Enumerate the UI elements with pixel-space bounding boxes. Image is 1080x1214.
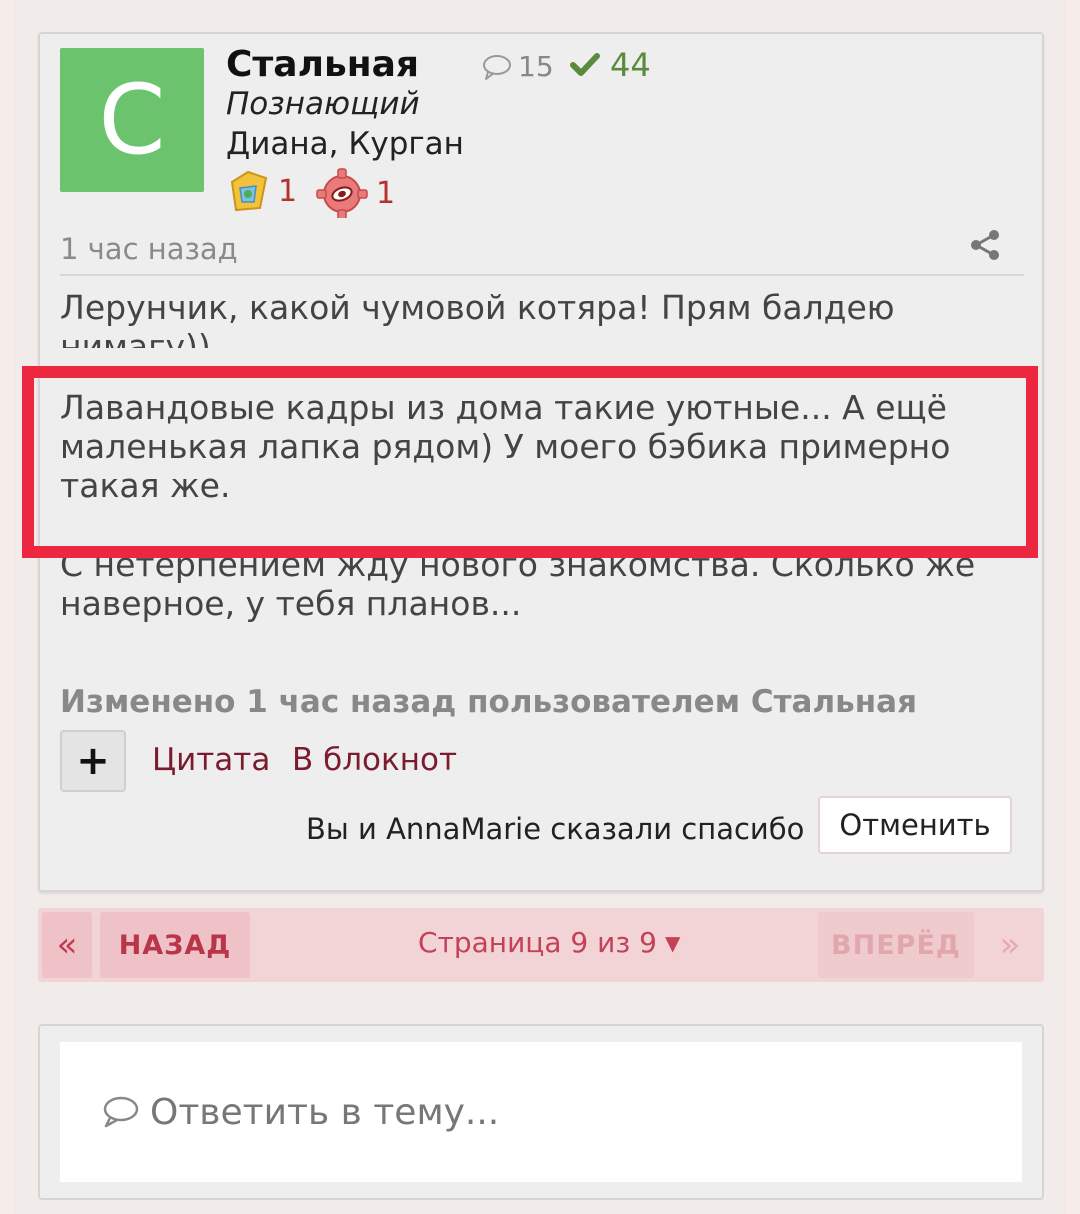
thanks-stat: 44 [570,46,651,84]
author-name[interactable]: Стальная [226,44,419,85]
gear-award-icon [316,168,368,218]
page-status[interactable]: Страница 9 из 9 ▼ [418,926,680,959]
award-count: 1 [278,173,298,209]
thanks-text: Вы и AnnaMarie сказали спасибо [306,812,805,846]
highlight-box [22,366,1038,558]
avatar-letter: С [98,64,166,176]
caret-down-icon: ▼ [664,930,681,955]
reply-panel: Ответить в тему... [38,1024,1044,1200]
reply-input[interactable]: Ответить в тему... [60,1042,1022,1182]
quote-link[interactable]: Цитата [152,742,270,778]
cancel-thanks-button[interactable]: Отменить [818,796,1012,854]
first-page-button[interactable]: « [42,912,92,978]
award-badge[interactable]: 1 [314,168,395,218]
post-timestamp[interactable]: 1 час назад [60,232,238,266]
award-count: 1 [376,175,396,211]
more-actions-button[interactable]: + [60,730,126,792]
last-page-button: » [999,925,1021,965]
divider [60,274,1024,276]
avatar[interactable]: С [60,48,204,192]
award-badge[interactable]: 1 [226,168,297,214]
post-paragraph: Лерунчик, какой чумовой котяра! Прям бал… [60,288,895,348]
share-icon[interactable] [968,228,1002,262]
author-location: Диана, Курган [226,126,464,162]
page-status-label: Страница 9 из 9 [418,926,657,959]
next-button: ВПЕРЁД [818,912,974,978]
edited-note: Изменено 1 час назад пользователем Сталь… [60,684,918,720]
plus-icon: + [76,738,110,784]
pagination: « НАЗАД Страница 9 из 9 ▼ ВПЕРЁД » [38,908,1044,982]
comments-count: 15 [518,50,554,83]
author-rank: Познающий [226,86,420,122]
comment-icon [103,1096,139,1128]
folder-award-icon [230,170,268,212]
thanks-count: 44 [610,46,651,84]
back-button[interactable]: НАЗАД [100,912,250,978]
checkmark-icon [570,53,600,76]
reply-placeholder: Ответить в тему... [150,1091,500,1133]
comments-stat: 15 [482,50,554,83]
comment-icon [483,54,511,80]
notebook-link[interactable]: В блокнот [292,742,457,778]
